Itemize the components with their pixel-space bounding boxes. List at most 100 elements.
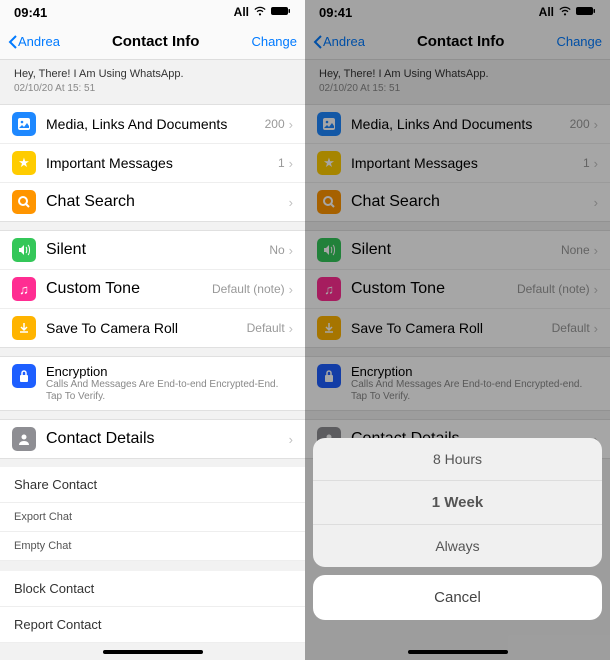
speaker-icon: [317, 238, 341, 262]
status-timestamp: 02/10/20 At 15: 51: [14, 83, 291, 94]
encryption-subtitle: Calls And Messages Are End-to-end Encryp…: [351, 379, 598, 403]
back-button[interactable]: Andrea: [8, 34, 60, 49]
screen-left: 09:41 All Andrea Contact Info Change Hey…: [0, 0, 305, 660]
screen-right: 09:41 All Andrea Contact Info Change Hey…: [305, 0, 610, 660]
status-right: All: [234, 5, 291, 19]
important-row[interactable]: ★ Important Messages 1 ›: [305, 144, 610, 183]
music-icon: ♫: [12, 277, 36, 301]
status-bar: 09:41 All: [0, 0, 305, 24]
save-label: Save To Camera Roll: [351, 320, 552, 336]
nav-bar: Andrea Contact Info Change: [0, 24, 305, 60]
speaker-icon: [12, 238, 36, 262]
chevron-right-icon: ›: [594, 243, 598, 258]
chevron-right-icon: ›: [594, 117, 598, 132]
encryption-row[interactable]: Encryption Calls And Messages Are End-to…: [305, 357, 610, 410]
media-label: Media, Links And Documents: [351, 116, 570, 132]
nav-bar: Andrea Contact Info Change: [305, 24, 610, 60]
wifi-icon: [558, 5, 572, 19]
tone-value: Default (note): [517, 282, 590, 296]
block-contact-button[interactable]: Block Contact: [0, 571, 305, 607]
search-icon: [12, 190, 36, 214]
tone-row[interactable]: ♫ Custom Tone Default (note) ›: [305, 270, 610, 309]
status-block: Hey, There! I Am Using WhatsApp. 02/10/2…: [0, 60, 305, 104]
photos-icon: [12, 112, 36, 136]
empty-chat-button[interactable]: Empty Chat: [0, 532, 305, 561]
sheet-option-8hours[interactable]: 8 Hours: [313, 438, 602, 481]
save-row[interactable]: Save To Camera Roll Default ›: [0, 309, 305, 347]
tone-label: Custom Tone: [46, 280, 212, 298]
chevron-right-icon: ›: [594, 195, 598, 210]
status-bar: 09:41 All: [305, 0, 610, 24]
important-count: 1: [583, 156, 590, 170]
battery-icon: [271, 5, 291, 19]
silent-row[interactable]: Silent No ›: [0, 231, 305, 270]
important-row[interactable]: ★ Important Messages 1 ›: [0, 144, 305, 183]
media-count: 200: [570, 117, 590, 131]
details-label: Contact Details: [46, 430, 289, 448]
tone-label: Custom Tone: [351, 280, 517, 298]
download-icon: [317, 316, 341, 340]
search-row[interactable]: Chat Search ›: [0, 183, 305, 221]
home-indicator: [103, 650, 203, 654]
search-label: Chat Search: [351, 193, 594, 211]
wifi-icon: [253, 5, 267, 19]
encryption-row[interactable]: Encryption Calls And Messages Are End-to…: [0, 357, 305, 410]
save-label: Save To Camera Roll: [46, 320, 247, 336]
sheet-option-always[interactable]: Always: [313, 525, 602, 567]
chevron-right-icon: ›: [289, 195, 293, 210]
chevron-right-icon: ›: [289, 432, 293, 447]
sheet-cancel-button[interactable]: Cancel: [313, 575, 602, 620]
silent-label: Silent: [46, 241, 269, 259]
back-button[interactable]: Andrea: [313, 34, 365, 49]
page-title: Contact Info: [365, 33, 557, 50]
silent-value: None: [561, 243, 590, 257]
chevron-right-icon: ›: [594, 156, 598, 171]
change-button[interactable]: Change: [556, 34, 602, 49]
page-title: Contact Info: [60, 33, 252, 50]
photos-icon: [317, 112, 341, 136]
home-indicator: [408, 650, 508, 654]
silent-row[interactable]: Silent None ›: [305, 231, 610, 270]
important-count: 1: [278, 156, 285, 170]
silent-label: Silent: [351, 241, 561, 259]
music-icon: ♫: [317, 277, 341, 301]
search-row[interactable]: Chat Search ›: [305, 183, 610, 221]
lock-icon: [317, 364, 341, 388]
chevron-left-icon: [313, 35, 323, 49]
tone-row[interactable]: ♫ Custom Tone Default (note) ›: [0, 270, 305, 309]
encryption-label: Encryption: [46, 364, 293, 379]
media-row[interactable]: Media, Links And Documents 200 ›: [305, 105, 610, 144]
media-row[interactable]: Media, Links And Documents 200 ›: [0, 105, 305, 144]
status-time: 09:41: [14, 5, 47, 20]
chevron-right-icon: ›: [594, 321, 598, 336]
important-label: Important Messages: [46, 155, 278, 171]
chevron-right-icon: ›: [289, 243, 293, 258]
chevron-right-icon: ›: [289, 156, 293, 171]
status-text: Hey, There! I Am Using WhatsApp.: [14, 68, 291, 80]
chevron-right-icon: ›: [289, 282, 293, 297]
report-contact-button[interactable]: Report Contact: [0, 607, 305, 643]
contact-details-row[interactable]: Contact Details ›: [0, 420, 305, 458]
chevron-left-icon: [8, 35, 18, 49]
chevron-right-icon: ›: [289, 117, 293, 132]
media-count: 200: [265, 117, 285, 131]
chevron-right-icon: ›: [289, 321, 293, 336]
status-right: All: [539, 5, 596, 19]
chevron-right-icon: ›: [594, 282, 598, 297]
search-label: Chat Search: [46, 193, 289, 211]
status-block: Hey, There! I Am Using WhatsApp. 02/10/2…: [305, 60, 610, 104]
save-row[interactable]: Save To Camera Roll Default ›: [305, 309, 610, 347]
status-text: Hey, There! I Am Using WhatsApp.: [319, 68, 596, 80]
media-label: Media, Links And Documents: [46, 116, 265, 132]
status-time: 09:41: [319, 5, 352, 20]
change-button[interactable]: Change: [251, 34, 297, 49]
share-contact-button[interactable]: Share Contact: [0, 467, 305, 503]
tone-value: Default (note): [212, 282, 285, 296]
sheet-option-1week[interactable]: 1 Week: [313, 481, 602, 525]
export-chat-button[interactable]: Export Chat: [0, 503, 305, 532]
star-icon: ★: [12, 151, 36, 175]
lock-icon: [12, 364, 36, 388]
encryption-subtitle: Calls And Messages Are End-to-end Encryp…: [46, 379, 293, 403]
download-icon: [12, 316, 36, 340]
save-value: Default: [247, 321, 285, 335]
